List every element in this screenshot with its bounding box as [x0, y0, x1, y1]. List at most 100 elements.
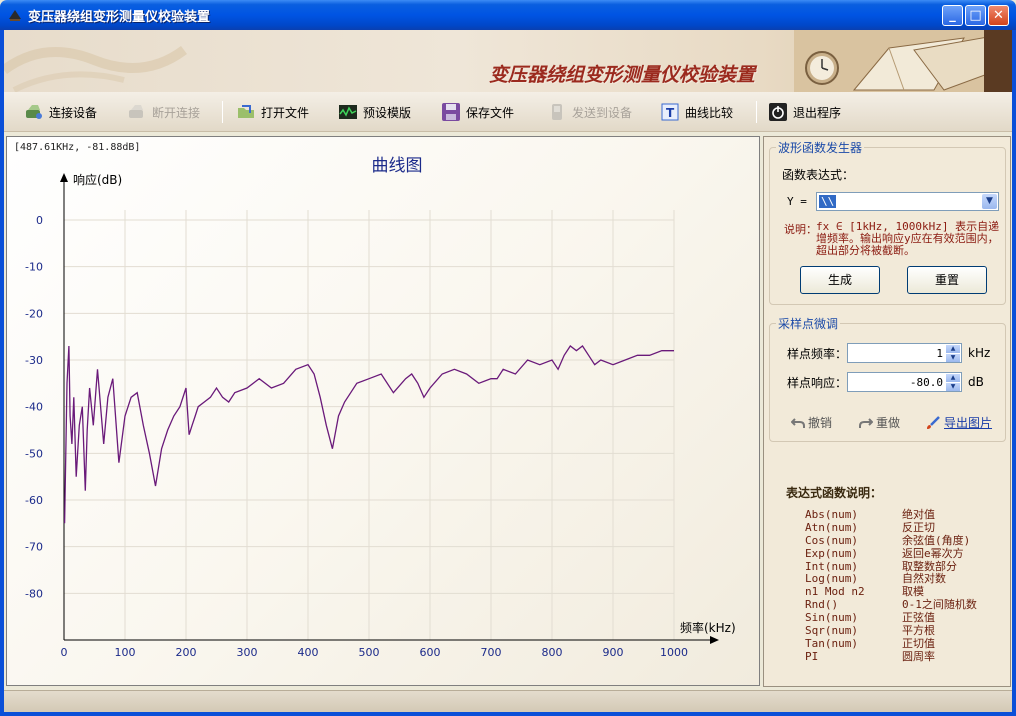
app-icon: [9, 10, 21, 21]
help-desc: 平方根: [902, 624, 935, 638]
disconnect-button[interactable]: 断开连接: [127, 100, 200, 124]
sample-freq-spinner[interactable]: 1 ▲ ▼: [847, 343, 962, 363]
x-tick-label: 500: [359, 646, 380, 659]
export-image-link[interactable]: 导出图片: [944, 414, 992, 431]
sample-freq-unit: kHz: [968, 346, 991, 360]
sample-adjust-group: 采样点微调 样点频率： 1 ▲ ▼ kHz 样点响应： -80.0 ▲ ▼ dB…: [769, 315, 1006, 442]
minimize-button[interactable]: _: [942, 5, 963, 26]
reset-button[interactable]: 重置: [907, 266, 987, 294]
redo-button[interactable]: 重做: [859, 414, 900, 431]
sample-resp-spinner[interactable]: -80.0 ▲ ▼: [847, 372, 962, 392]
undo-icon: [791, 417, 805, 428]
disconnect-icon: [129, 105, 143, 118]
help-fn: Tan(num): [805, 636, 858, 650]
spin-down-icon[interactable]: ▼: [946, 383, 960, 391]
window-frame-bottom: [0, 712, 1016, 716]
banner-art-book-clock: [794, 30, 1012, 92]
help-row: Exp(num) 返回e幂次方: [805, 546, 1005, 561]
note-text: fx ∈ [1kHz, 1000kHz] 表示自递增频率。输出响应y应在有效范围…: [816, 220, 1000, 257]
exit-button[interactable]: 退出程序: [768, 100, 841, 124]
sample-freq-label: 样点频率：: [787, 347, 848, 361]
window-frame-right: [1012, 30, 1016, 716]
banner: 变压器绕组变形测量仪校验装置: [4, 30, 1012, 92]
preset-template-label: 预设模版: [363, 105, 412, 120]
x-tick-label: 300: [237, 646, 258, 659]
help-desc: 正切值: [902, 636, 935, 650]
send-to-device-label: 发送到设备: [572, 105, 633, 120]
help-fn: Exp(num): [805, 546, 858, 560]
spin-up-icon[interactable]: ▲: [946, 374, 960, 382]
send-to-device-icon: [552, 104, 562, 120]
sample-resp-value: -80.0: [909, 376, 943, 389]
expression-combobox[interactable]: \\ ▼: [816, 192, 999, 211]
y-equals-label: Y =: [787, 195, 807, 208]
help-row: PI 圆周率: [805, 649, 1005, 664]
compare-curve-button[interactable]: T 曲线比较: [660, 100, 733, 124]
help-title: 表达式函数说明：: [786, 486, 883, 500]
svg-text:T: T: [666, 106, 675, 120]
help-row: Tan(num) 正切值: [805, 636, 1005, 651]
banner-decoration-left: [4, 45, 187, 92]
help-desc: 余弦值(角度): [902, 533, 971, 547]
connect-device-button[interactable]: 连接设备: [24, 100, 97, 124]
expression-value: \\: [819, 195, 837, 208]
exit-icon: [769, 103, 787, 121]
y-tick-label: -80: [25, 587, 43, 600]
sample-adjust-title: 采样点微调: [776, 315, 841, 332]
chart-panel[interactable]: [487.61KHz, -81.88dB] 0 100 200 300 400 500 60…: [6, 136, 760, 686]
status-bar: [4, 690, 1012, 712]
x-tick-label: 100: [115, 646, 136, 659]
compare-curve-label: 曲线比较: [685, 105, 734, 120]
help-desc: 圆周率: [902, 649, 935, 663]
x-tick-label: 0: [61, 646, 68, 659]
help-row: Sqr(num) 平方根: [805, 624, 1005, 638]
send-to-device-button[interactable]: 发送到设备: [547, 100, 632, 124]
chevron-down-icon[interactable]: ▼: [982, 194, 997, 209]
open-file-label: 打开文件: [261, 105, 310, 120]
note-label: 说明：: [784, 223, 817, 236]
response-chart[interactable]: 0 100 200 300 400 500 600 700 800 900 1000 0 -10 -20 -…: [7, 137, 759, 685]
y-tick-label: -50: [25, 447, 43, 460]
close-button[interactable]: ✕: [988, 5, 1009, 26]
x-tick-label: 700: [481, 646, 502, 659]
help-desc: 反正切: [902, 520, 935, 534]
help-fn: Atn(num): [805, 520, 858, 534]
spin-down-icon[interactable]: ▼: [946, 354, 960, 362]
redo-label: 重做: [876, 416, 901, 430]
help-desc: 返回e幂次方: [902, 546, 964, 560]
sample-resp-unit: dB: [968, 375, 984, 389]
y-axis-arrow: [60, 173, 68, 182]
help-row: Abs(num) 绝对值: [805, 508, 1005, 522]
x-tick-label: 1000: [660, 646, 688, 659]
banner-title: 变压器绕组变形测量仪校验装置: [489, 64, 756, 86]
help-fn: Sqr(num): [805, 624, 858, 638]
x-tick-label: 900: [603, 646, 624, 659]
undo-label: 撤销: [808, 416, 833, 430]
toolbar: 连接设备 断开连接 打开文件 预设模版 保存文件 发送到设备 T 曲线比较 退出…: [4, 92, 1012, 132]
generate-button[interactable]: 生成: [800, 266, 880, 294]
open-file-button[interactable]: 打开文件: [236, 100, 309, 124]
template-icon: [339, 105, 357, 119]
sample-freq-value: 1: [936, 347, 943, 360]
title-bar: 变压器绕组变形测量仪校验装置 _ □ ✕: [0, 0, 1016, 30]
chart-title: 曲线图: [372, 156, 423, 176]
help-row: Atn(num) 反正切: [805, 520, 1005, 535]
help-fn: Abs(num): [805, 508, 858, 521]
help-fn: Cos(num): [805, 533, 858, 547]
expr-label: 函数表达式：: [782, 168, 855, 182]
save-file-label: 保存文件: [466, 105, 515, 120]
export-image-button[interactable]: 导出图片: [925, 414, 992, 431]
save-icon: [442, 103, 460, 121]
preset-template-button[interactable]: 预设模版: [338, 100, 411, 124]
save-file-button[interactable]: 保存文件: [441, 100, 514, 124]
x-axis-arrow: [710, 636, 719, 644]
help-function-list: Abs(num) 绝对值 Atn(num) 反正切 Cos(num) 余弦值(角度) …: [805, 508, 1005, 664]
x-tick-label: 400: [298, 646, 319, 659]
undo-button[interactable]: 撤销: [791, 414, 832, 431]
redo-icon: [859, 417, 873, 428]
sample-resp-label: 样点响应：: [787, 376, 848, 390]
paintbrush-icon: [927, 415, 940, 429]
maximize-button[interactable]: □: [965, 5, 986, 26]
spin-up-icon[interactable]: ▲: [946, 345, 960, 353]
open-file-icon: [238, 105, 254, 118]
